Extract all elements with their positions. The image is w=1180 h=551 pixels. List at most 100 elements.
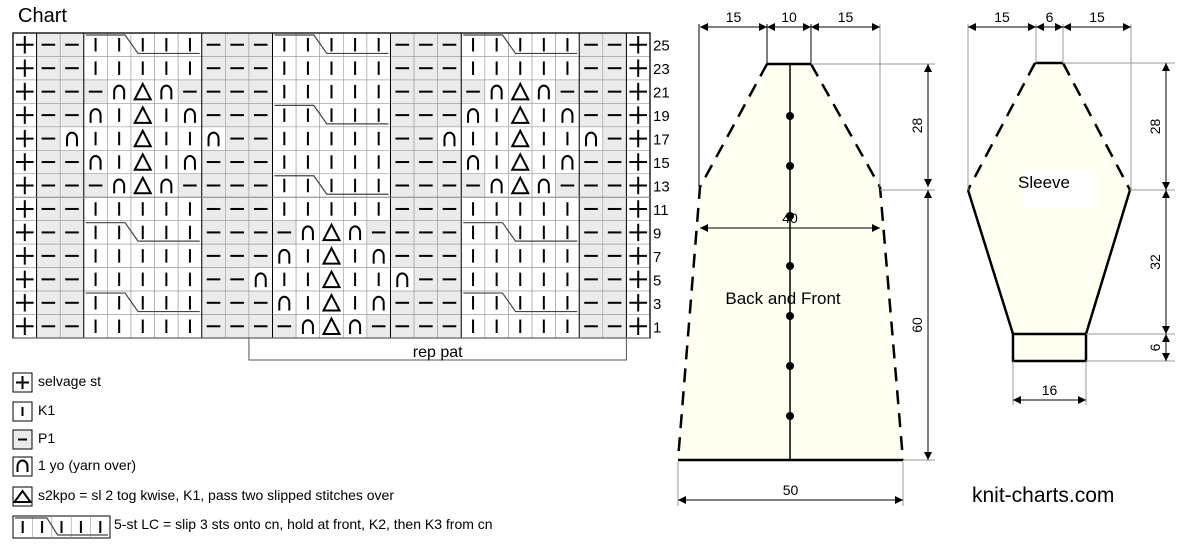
chart-row-23	[12, 56, 651, 81]
dimension-label: 40	[782, 210, 798, 226]
chart-cell	[484, 173, 509, 198]
sleeve-dim-cap-height: 28	[1147, 63, 1170, 190]
chart-row-13	[12, 173, 651, 198]
legend-yarn-over-icon	[12, 456, 33, 477]
legend-yo-text: 1 yo (yarn over)	[38, 457, 137, 473]
dimension-label: 6	[1046, 9, 1054, 25]
dimension-label: 15	[994, 9, 1010, 25]
chart-cell	[177, 103, 203, 128]
chart-row-3	[12, 290, 651, 315]
sleeve-dim-top-left: 15	[968, 9, 1036, 31]
chart-cell	[107, 79, 132, 104]
chart-cell	[295, 314, 321, 339]
chart-cell	[295, 220, 321, 245]
chart-row-11	[12, 196, 651, 221]
chart-cell	[437, 126, 462, 151]
row-number: 17	[653, 132, 670, 149]
dimension-label: 50	[783, 482, 799, 498]
dimension-label: 10	[781, 9, 797, 25]
sleeve-dim-cuff-height: 6	[1147, 334, 1170, 361]
legend-purl-text: P1	[38, 430, 56, 446]
dimension-label: 6	[1147, 343, 1163, 351]
legend-selvage-text: selvage st	[38, 373, 102, 389]
chart-cell	[555, 103, 580, 128]
chart-cell	[59, 126, 85, 151]
row-number: 21	[653, 85, 670, 102]
dimension-label: 28	[909, 118, 925, 134]
chart-cell	[390, 267, 415, 292]
sleeve-shape	[968, 63, 1130, 361]
chart-row-19	[12, 103, 651, 128]
chart-cell	[272, 290, 297, 315]
chart-row-15	[12, 150, 651, 175]
chart-cell	[342, 220, 368, 245]
dimension-label: 60	[909, 317, 925, 333]
dimension-label: 16	[1042, 382, 1058, 398]
chart-cell	[460, 150, 486, 175]
chart-cell	[177, 150, 203, 175]
row-number: 11	[653, 202, 669, 219]
chart-cell	[578, 126, 604, 151]
sleeve-cuff	[1011, 332, 1088, 363]
dimension-label: 15	[726, 9, 742, 25]
chart-cell	[531, 79, 556, 104]
chart-cell	[366, 290, 391, 315]
chart-cell	[460, 103, 486, 128]
legend-cable-icon	[12, 515, 111, 539]
legend-knit-text: K1	[38, 402, 56, 418]
dimension-label: 15	[1089, 9, 1105, 25]
chart-cell	[201, 126, 226, 151]
chart-row-25	[12, 32, 651, 57]
chart-cell	[531, 173, 556, 198]
chart-row-17	[12, 126, 651, 151]
dim-armhole-height: 28	[909, 64, 932, 187]
back-front-label: Back and Front	[725, 289, 841, 308]
dimension-label: 32	[1147, 254, 1163, 270]
row-number: 3	[653, 296, 661, 313]
chart-cell	[342, 314, 368, 339]
button-dot	[786, 262, 794, 270]
legend-knit-icon	[12, 401, 33, 422]
button-dot	[786, 162, 794, 170]
chart-row-5	[12, 267, 651, 292]
button-dot	[786, 362, 794, 370]
chart-cell	[484, 79, 509, 104]
legend-s2kpo-icon	[12, 486, 33, 507]
legend-purl-icon	[12, 429, 33, 450]
sleeve-label: Sleeve	[1018, 173, 1070, 192]
button-dot	[786, 112, 794, 120]
row-number: 15	[653, 155, 670, 172]
sleeve-dim-top-right: 15	[1063, 9, 1131, 31]
chart-cell	[83, 103, 108, 128]
button-dot	[786, 412, 794, 420]
row-number: 13	[653, 179, 670, 196]
chart-cell	[272, 243, 297, 268]
chart-row-1	[12, 314, 651, 339]
chart-cell	[248, 267, 273, 292]
site-credit: knit-charts.com	[972, 484, 1115, 507]
legend-s2kpo-text: s2kpo = sl 2 tog kwise, K1, pass two sli…	[38, 487, 395, 503]
chart-cell	[154, 173, 179, 198]
row-number: 25	[653, 38, 670, 55]
sleeve-dim-cuff-width: 16	[1013, 382, 1086, 404]
chart-cell	[83, 150, 108, 175]
chart-cell	[107, 173, 132, 198]
legend-cable-text: 5-st LC = slip 3 sts onto cn, hold at fr…	[114, 516, 493, 532]
row-number: 19	[653, 108, 670, 125]
sleeve-dim-top: 6	[1036, 9, 1063, 31]
row-number: 9	[653, 225, 661, 242]
row-number: 23	[653, 61, 670, 78]
chart-row-9	[12, 220, 651, 245]
dimension-label: 15	[838, 9, 854, 25]
pattern-diagram: 25 23 21 19 17 15 13 11 9 7 5 3 1 rep pat 15 10 15 28 60 40…	[12, 9, 1175, 539]
chart-row-21	[12, 79, 651, 104]
row-number: 7	[653, 249, 661, 266]
dim-top-right: 15	[811, 9, 880, 31]
dimension-label: 28	[1147, 119, 1163, 135]
dim-neck: 10	[767, 9, 811, 31]
repeat-label: rep pat	[413, 344, 463, 361]
chart-cell	[555, 150, 580, 175]
chart-cell	[366, 243, 391, 268]
chart-row-7	[12, 243, 651, 268]
dim-body-height: 60	[909, 190, 932, 460]
